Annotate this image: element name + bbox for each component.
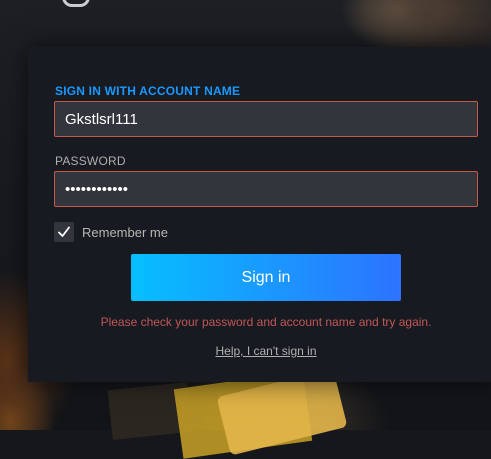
checkmark-icon (58, 226, 70, 237)
password-input[interactable] (54, 171, 478, 207)
account-name-input[interactable] (54, 101, 478, 137)
account-name-label: SIGN IN WITH ACCOUNT NAME (55, 84, 241, 98)
password-label: PASSWORD (55, 154, 126, 168)
help-cant-sign-in-link[interactable]: Help, I can't sign in (0, 344, 491, 358)
error-message: Please check your password and account n… (100, 315, 432, 329)
remember-me-toggle[interactable]: Remember me (54, 222, 168, 242)
remember-me-label: Remember me (82, 224, 168, 240)
remember-me-checkbox[interactable] (54, 222, 74, 242)
sign-in-button[interactable]: Sign in (131, 254, 401, 301)
